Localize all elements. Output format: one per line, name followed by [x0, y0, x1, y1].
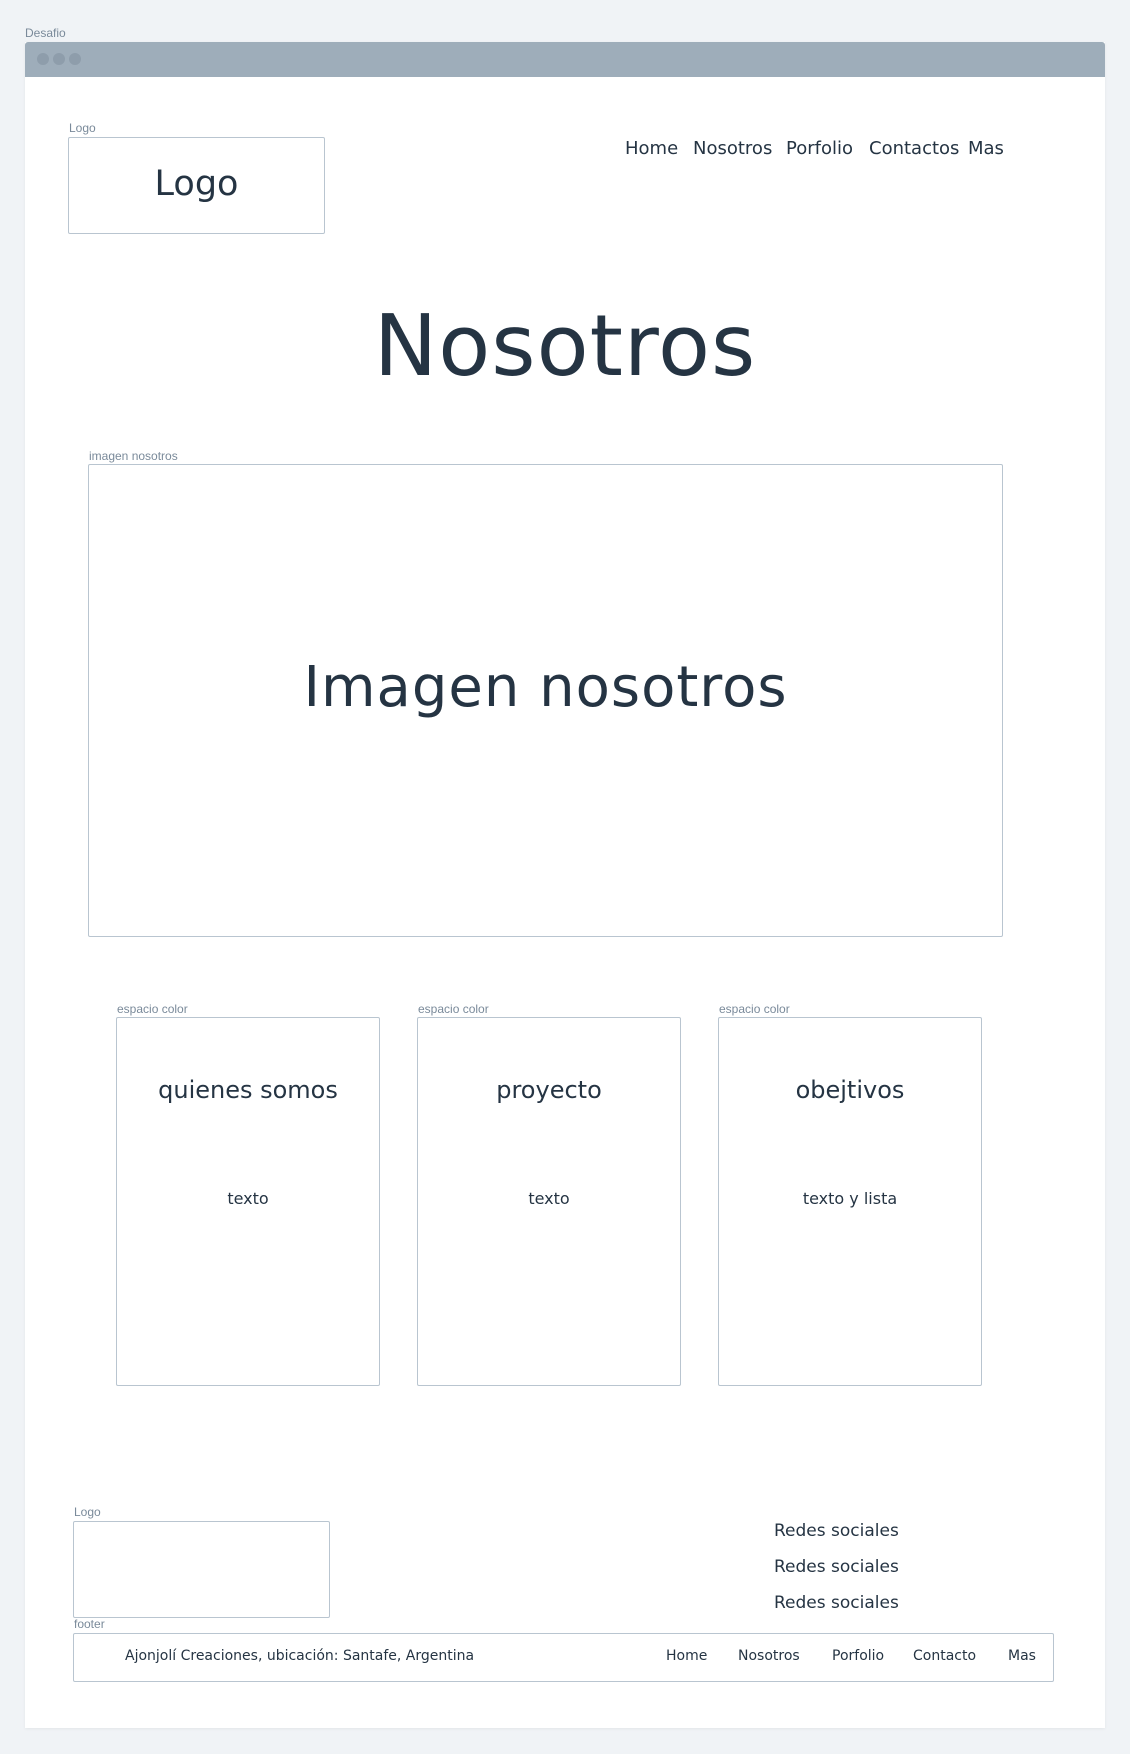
social-link[interactable]: Redes sociales [774, 1521, 899, 1541]
card-proyecto: proyecto texto [417, 1017, 681, 1386]
about-image-placeholder: Imagen nosotros [88, 464, 1003, 937]
card-body: texto [227, 1189, 269, 1208]
footer-logo-frame-label: Logo [74, 1505, 101, 1519]
social-link[interactable]: Redes sociales [774, 1557, 899, 1577]
footer-nav-contacto[interactable]: Contacto [913, 1648, 976, 1664]
logo-frame-label: Logo [69, 121, 96, 135]
nav-link-home[interactable]: Home [625, 138, 678, 159]
footer-nav-nosotros[interactable]: Nosotros [738, 1648, 800, 1664]
footer-frame-label: footer [74, 1617, 105, 1631]
image-placeholder-text: Imagen nosotros [303, 655, 788, 720]
card-frame-label: espacio color [418, 1002, 489, 1016]
social-link[interactable]: Redes sociales [774, 1593, 899, 1613]
logo-text: Logo [154, 164, 239, 204]
card-title: quienes somos [158, 1076, 338, 1104]
window-frame-label: Desafio [25, 26, 66, 40]
card-frame-label: espacio color [117, 1002, 188, 1016]
nav-link-porfolio[interactable]: Porfolio [786, 138, 853, 159]
page-title: Nosotros [373, 297, 757, 396]
nav-link-contactos[interactable]: Contactos [869, 138, 959, 159]
window-titlebar [25, 42, 1105, 77]
footer-nav-mas[interactable]: Mas [1008, 1648, 1036, 1664]
card-body: texto [528, 1189, 570, 1208]
browser-window: Logo Logo Home Nosotros Porfolio Contact… [25, 42, 1105, 1728]
nav-link-mas[interactable]: Mas [968, 138, 1004, 159]
card-title: obejtivos [795, 1076, 905, 1104]
window-control-dot-icon[interactable] [69, 53, 81, 65]
footer-company-text: Ajonjolí Creaciones, ubicación: Santafe,… [125, 1648, 475, 1664]
card-frame-label: espacio color [719, 1002, 790, 1016]
footer-nav-porfolio[interactable]: Porfolio [832, 1648, 884, 1664]
card-body: texto y lista [802, 1189, 898, 1208]
card-title: proyecto [496, 1076, 602, 1104]
footer-bar: Ajonjolí Creaciones, ubicación: Santafe,… [73, 1633, 1054, 1682]
window-control-dot-icon[interactable] [53, 53, 65, 65]
header-logo[interactable]: Logo [68, 137, 325, 234]
window-control-dot-icon[interactable] [37, 53, 49, 65]
footer-nav-home[interactable]: Home [666, 1648, 707, 1664]
card-objetivos: obejtivos texto y lista [718, 1017, 982, 1386]
card-quienes-somos: quienes somos texto [116, 1017, 380, 1386]
nav-link-nosotros[interactable]: Nosotros [693, 138, 772, 159]
image-frame-label: imagen nosotros [89, 449, 178, 463]
footer-logo[interactable] [73, 1521, 330, 1618]
